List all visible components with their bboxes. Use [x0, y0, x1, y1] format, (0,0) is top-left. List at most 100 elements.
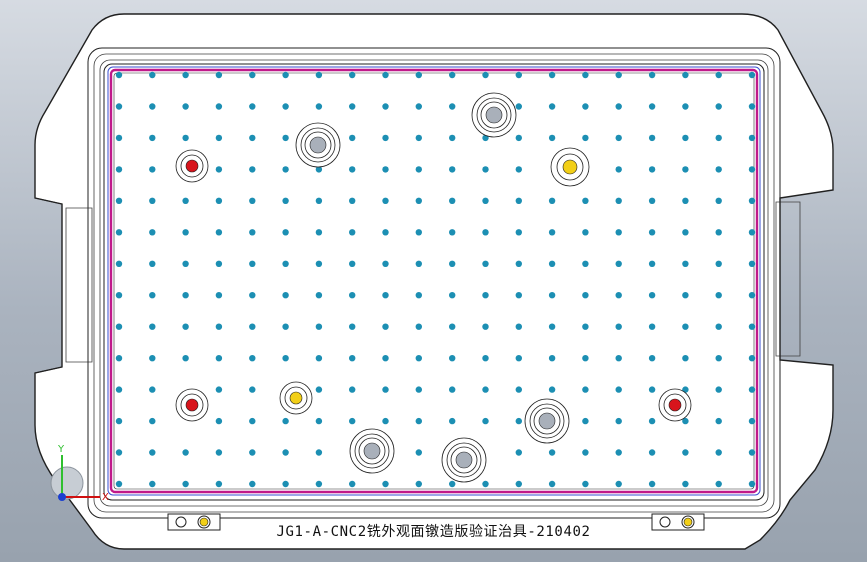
vacuum-hole	[648, 323, 656, 330]
vacuum-hole	[482, 292, 489, 299]
vacuum-hole	[182, 197, 189, 204]
vacuum-hole	[149, 134, 156, 142]
vacuum-hole	[282, 323, 289, 330]
vacuum-hole	[515, 197, 522, 204]
vacuum-hole	[215, 480, 223, 488]
cad-viewport[interactable]: Y X JG1-A-CNC2铣外观面镦造版验证治具-210402	[0, 0, 867, 562]
vacuum-hole	[715, 355, 722, 362]
vacuum-hole	[415, 449, 422, 456]
vacuum-hole	[715, 229, 722, 236]
vacuum-hole	[182, 71, 189, 79]
vacuum-hole	[215, 449, 223, 456]
vacuum-hole	[349, 229, 356, 236]
vacuum-hole	[115, 417, 123, 425]
vacuum-hole	[149, 449, 156, 456]
vacuum-hole	[215, 103, 223, 110]
vacuum-hole	[249, 134, 256, 142]
vacuum-hole	[648, 260, 656, 267]
vacuum-hole	[682, 480, 689, 488]
vacuum-hole	[415, 71, 422, 79]
vacuum-hole	[648, 103, 656, 110]
vacuum-hole	[282, 480, 289, 488]
vacuum-hole	[349, 71, 356, 79]
vacuum-hole	[182, 480, 189, 488]
vacuum-hole	[715, 292, 722, 299]
vacuum-hole	[182, 103, 189, 110]
vacuum-hole	[415, 386, 422, 393]
vacuum-hole	[515, 323, 522, 330]
vacuum-hole	[315, 103, 323, 110]
vacuum-hole	[215, 417, 223, 425]
vacuum-hole	[548, 103, 556, 110]
vacuum-hole	[349, 417, 356, 425]
vacuum-hole	[548, 134, 556, 142]
vacuum-hole	[482, 417, 489, 425]
vacuum-hole	[548, 386, 556, 393]
vacuum-hole	[715, 386, 722, 393]
vacuum-hole	[415, 323, 422, 330]
vacuum-hole	[315, 449, 323, 456]
triad-rotation-handle[interactable]	[50, 466, 84, 500]
vacuum-hole	[615, 323, 622, 330]
vacuum-hole	[615, 166, 622, 173]
part-engraving-label: JG1-A-CNC2铣外观面镦造版验证治具-210402	[276, 524, 591, 540]
vacuum-hole	[215, 355, 223, 362]
vacuum-hole	[715, 134, 722, 142]
vacuum-hole	[449, 292, 456, 299]
vacuum-hole	[249, 229, 256, 236]
vacuum-hole	[282, 166, 289, 173]
vacuum-hole	[548, 229, 556, 236]
vacuum-hole	[582, 229, 589, 236]
vacuum-hole	[582, 71, 589, 79]
vacuum-hole	[548, 480, 556, 488]
vacuum-hole	[149, 480, 156, 488]
origin-marker	[58, 493, 66, 501]
vacuum-hole	[449, 71, 456, 79]
fixture-outer-outline	[34, 13, 834, 550]
vacuum-hole	[382, 292, 389, 299]
vacuum-hole	[382, 197, 389, 204]
y-axis-label: Y	[57, 444, 65, 455]
vacuum-hole	[149, 386, 156, 393]
vacuum-hole	[349, 134, 356, 142]
vacuum-hole	[349, 197, 356, 204]
vacuum-hole	[648, 134, 656, 142]
vacuum-hole	[115, 260, 123, 267]
vacuum-hole	[615, 417, 622, 425]
vacuum-hole	[215, 323, 223, 330]
vacuum-hole	[182, 292, 189, 299]
vacuum-hole	[415, 134, 422, 142]
vacuum-hole	[115, 103, 123, 110]
vacuum-hole	[748, 323, 756, 330]
vacuum-hole	[748, 355, 756, 362]
vacuum-hole	[515, 417, 522, 425]
vacuum-hole	[282, 71, 289, 79]
vacuum-hole	[382, 229, 389, 236]
vacuum-hole	[449, 323, 456, 330]
vacuum-hole	[315, 417, 323, 425]
vacuum-hole	[315, 229, 323, 236]
vacuum-hole	[349, 386, 356, 393]
vacuum-hole	[115, 197, 123, 204]
vacuum-hole	[648, 386, 656, 393]
vacuum-hole	[282, 134, 289, 142]
vacuum-hole	[215, 229, 223, 236]
vacuum-hole	[582, 134, 589, 142]
vacuum-hole	[115, 386, 123, 393]
vacuum-hole	[215, 166, 223, 173]
vacuum-hole	[748, 229, 756, 236]
vacuum-hole	[115, 134, 123, 142]
vacuum-hole	[315, 71, 323, 79]
vacuum-hole	[515, 71, 522, 79]
vacuum-hole	[515, 166, 522, 173]
vacuum-hole	[715, 480, 722, 488]
vacuum-hole	[149, 103, 156, 110]
vacuum-hole	[382, 71, 389, 79]
vacuum-hole	[182, 355, 189, 362]
vacuum-hole	[249, 449, 256, 456]
vacuum-hole	[615, 355, 622, 362]
vacuum-hole	[149, 71, 156, 79]
vacuum-hole	[415, 260, 422, 267]
vacuum-hole	[349, 292, 356, 299]
pin-red-bottom-right	[658, 388, 692, 422]
